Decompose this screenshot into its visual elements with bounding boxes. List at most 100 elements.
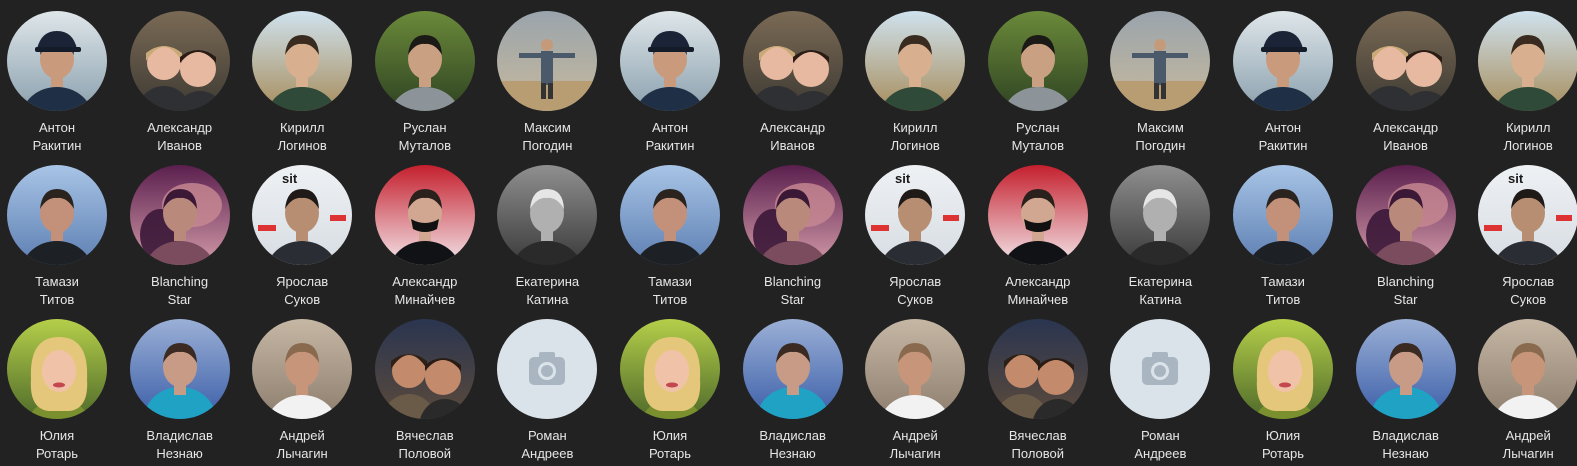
- friend-name[interactable]: Юлия Ротарь: [0, 427, 118, 463]
- friend-name[interactable]: Роман Андреев: [486, 427, 608, 463]
- avatar[interactable]: [620, 11, 720, 111]
- friend-card[interactable]: Руслан Муталов: [364, 11, 486, 155]
- avatar[interactable]: [1110, 11, 1211, 111]
- friend-name[interactable]: Александр Иванов: [732, 119, 854, 155]
- friend-card[interactable]: Екатерина Катина: [1099, 165, 1221, 309]
- avatar[interactable]: [620, 319, 720, 419]
- friend-card[interactable]: Тамази Титов: [1222, 165, 1344, 309]
- avatar[interactable]: [7, 319, 107, 419]
- friend-card[interactable]: Кирилл Логинов: [241, 11, 363, 155]
- friend-card[interactable]: Вячеслав Половой: [977, 319, 1099, 463]
- avatar[interactable]: [1355, 11, 1456, 111]
- friend-name[interactable]: Blanching Star: [1345, 273, 1467, 309]
- friend-name[interactable]: Тамази Титов: [1222, 273, 1344, 309]
- friend-card[interactable]: Blanching Star: [1345, 165, 1467, 309]
- friend-name[interactable]: Антон Ракитин: [0, 119, 118, 155]
- avatar[interactable]: [374, 165, 475, 265]
- friend-name[interactable]: Кирилл Логинов: [854, 119, 976, 155]
- friend-name[interactable]: Екатерина Катина: [1099, 273, 1221, 309]
- avatar[interactable]: [374, 11, 475, 111]
- friend-card[interactable]: Юлия Ротарь: [609, 319, 731, 463]
- friend-card[interactable]: sit Ярослав Суков: [241, 165, 363, 309]
- friend-name[interactable]: Руслан Муталов: [977, 119, 1099, 155]
- friend-name[interactable]: Андрей Лычагин: [854, 427, 976, 463]
- friend-name[interactable]: Ярослав Суков: [241, 273, 363, 309]
- friend-name[interactable]: Юлия Ротарь: [609, 427, 731, 463]
- avatar[interactable]: [620, 165, 720, 265]
- avatar[interactable]: [987, 319, 1088, 419]
- avatar[interactable]: [1110, 165, 1211, 265]
- friend-name[interactable]: Ярослав Суков: [1467, 273, 1577, 309]
- avatar[interactable]: [129, 11, 230, 111]
- friend-card[interactable]: Кирилл Логинов: [854, 11, 976, 155]
- avatar[interactable]: [987, 11, 1088, 111]
- friend-name[interactable]: Blanching Star: [732, 273, 854, 309]
- friend-name[interactable]: Максим Погодин: [486, 119, 608, 155]
- friend-card[interactable]: Александр Иванов: [1345, 11, 1467, 155]
- avatar[interactable]: sit: [252, 165, 353, 265]
- avatar[interactable]: [865, 11, 966, 111]
- avatar[interactable]: sit: [1478, 165, 1577, 265]
- friend-name[interactable]: Александр Минайчев: [977, 273, 1099, 309]
- avatar[interactable]: [1233, 165, 1333, 265]
- avatar[interactable]: [1355, 319, 1456, 419]
- friend-name[interactable]: Антон Ракитин: [609, 119, 731, 155]
- friend-name[interactable]: Максим Погодин: [1099, 119, 1221, 155]
- friend-card[interactable]: Роман Андреев: [486, 319, 608, 463]
- friend-name[interactable]: Вячеслав Половой: [364, 427, 486, 463]
- avatar[interactable]: [1233, 11, 1333, 111]
- friend-name[interactable]: Тамази Титов: [609, 273, 731, 309]
- avatar[interactable]: [865, 319, 966, 419]
- avatar[interactable]: [129, 165, 230, 265]
- friend-name[interactable]: Руслан Муталов: [364, 119, 486, 155]
- avatar[interactable]: [374, 319, 475, 419]
- friend-card[interactable]: Роман Андреев: [1099, 319, 1221, 463]
- friend-name[interactable]: Александр Минайчев: [364, 273, 486, 309]
- friend-card[interactable]: Андрей Лычагин: [241, 319, 363, 463]
- friend-name[interactable]: Blanching Star: [119, 273, 241, 309]
- camera-placeholder-icon[interactable]: [1110, 319, 1211, 419]
- friend-name[interactable]: Андрей Лычагин: [241, 427, 363, 463]
- avatar[interactable]: [1233, 319, 1333, 419]
- friend-card[interactable]: Александр Иванов: [732, 11, 854, 155]
- friend-name[interactable]: Юлия Ротарь: [1222, 427, 1344, 463]
- friend-card[interactable]: Вячеслав Половой: [364, 319, 486, 463]
- friend-name[interactable]: Александр Иванов: [1345, 119, 1467, 155]
- friend-card[interactable]: Владислав Незнаю: [1345, 319, 1467, 463]
- friend-card[interactable]: Александр Минайчев: [977, 165, 1099, 309]
- avatar[interactable]: [742, 319, 843, 419]
- camera-placeholder-icon[interactable]: [497, 319, 598, 419]
- friend-name[interactable]: Александр Иванов: [119, 119, 241, 155]
- avatar[interactable]: [252, 11, 353, 111]
- avatar[interactable]: [7, 11, 107, 111]
- avatar[interactable]: [252, 319, 353, 419]
- friend-name[interactable]: Екатерина Катина: [486, 273, 608, 309]
- friend-card[interactable]: Blanching Star: [119, 165, 241, 309]
- friend-name[interactable]: Андрей Лычагин: [1467, 427, 1577, 463]
- friend-card[interactable]: Андрей Лычагин: [854, 319, 976, 463]
- friend-card[interactable]: Руслан Муталов: [977, 11, 1099, 155]
- friend-card[interactable]: Андрей Лычагин: [1467, 319, 1577, 463]
- avatar[interactable]: [1478, 319, 1577, 419]
- friend-card[interactable]: Юлия Ротарь: [1222, 319, 1344, 463]
- friend-card[interactable]: Тамази Титов: [0, 165, 118, 309]
- friend-card[interactable]: Максим Погодин: [486, 11, 608, 155]
- friend-card[interactable]: Антон Ракитин: [1222, 11, 1344, 155]
- friend-name[interactable]: Ярослав Суков: [854, 273, 976, 309]
- friend-name[interactable]: Роман Андреев: [1099, 427, 1221, 463]
- avatar[interactable]: sit: [865, 165, 966, 265]
- friend-card[interactable]: Blanching Star: [732, 165, 854, 309]
- friend-name[interactable]: Владислав Незнаю: [732, 427, 854, 463]
- avatar[interactable]: [987, 165, 1088, 265]
- friend-name[interactable]: Тамази Титов: [0, 273, 118, 309]
- friend-card[interactable]: Кирилл Логинов: [1467, 11, 1577, 155]
- friend-name[interactable]: Вячеслав Половой: [977, 427, 1099, 463]
- avatar[interactable]: [742, 11, 843, 111]
- friend-name[interactable]: Владислав Незнаю: [119, 427, 241, 463]
- avatar[interactable]: [1478, 11, 1577, 111]
- friend-name[interactable]: Владислав Незнаю: [1345, 427, 1467, 463]
- friend-card[interactable]: Владислав Незнаю: [732, 319, 854, 463]
- friend-card[interactable]: sit Ярослав Суков: [854, 165, 976, 309]
- friend-card[interactable]: Максим Погодин: [1099, 11, 1221, 155]
- friend-name[interactable]: Антон Ракитин: [1222, 119, 1344, 155]
